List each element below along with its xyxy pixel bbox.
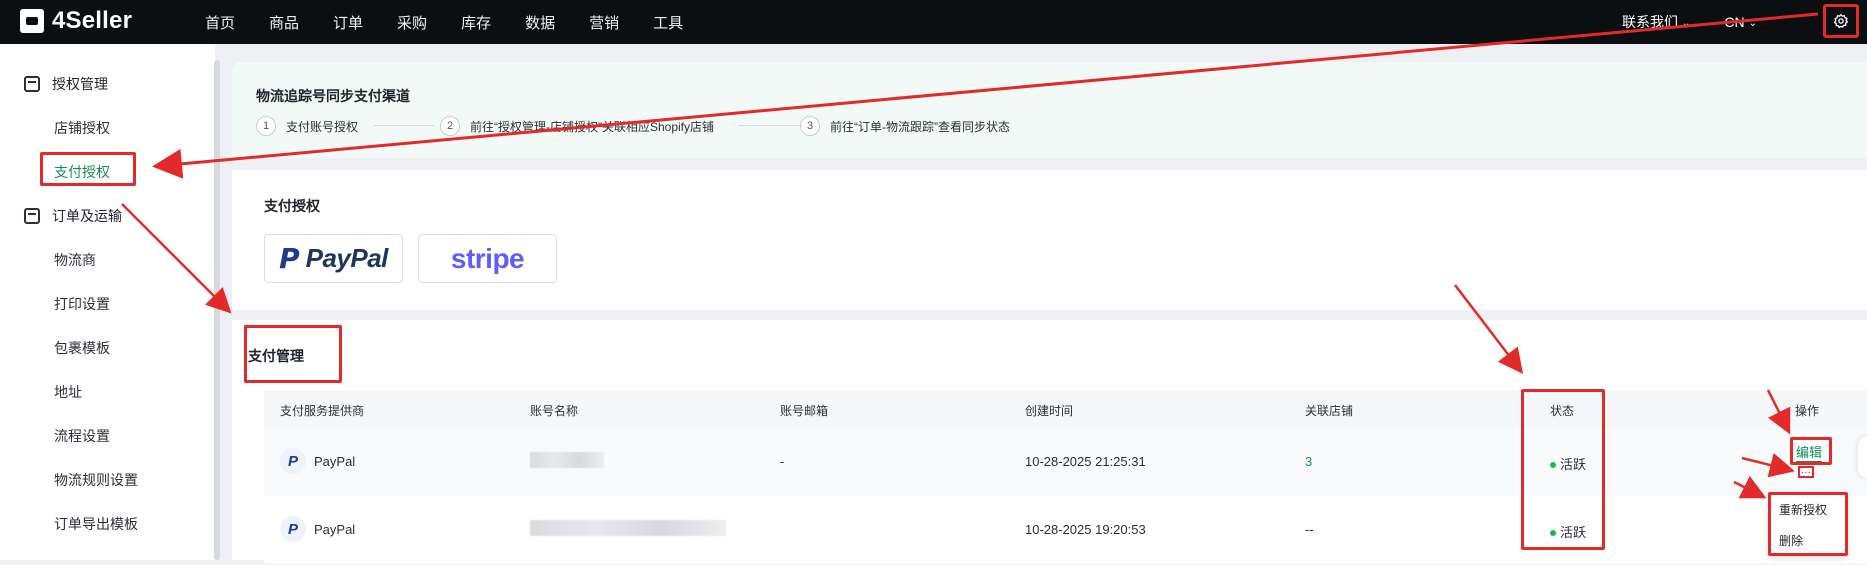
step-text: 前往“授权管理-店铺授权”关联相应Shopify店铺 bbox=[470, 119, 715, 134]
nav-item-tools[interactable]: 工具 bbox=[653, 12, 683, 33]
menu-item-delete[interactable]: 删除 bbox=[1779, 532, 1803, 549]
column-account-name: 账号名称 bbox=[530, 404, 579, 418]
nav-item-home[interactable]: 首页 bbox=[205, 12, 235, 33]
sidebar-item-logistics-rules[interactable]: 物流规则设置 bbox=[54, 470, 138, 490]
paypal-connect-button[interactable]: P PayPal bbox=[264, 234, 403, 283]
guide-step-2: 2 前往“授权管理-店铺授权”关联相应Shopify店铺 bbox=[440, 116, 714, 136]
row-provider: PayPal bbox=[314, 454, 356, 469]
sidebar-section-orders[interactable]: 订单及运输 bbox=[24, 206, 122, 226]
step-number: 1 bbox=[256, 116, 276, 136]
nav-item-inventory[interactable]: 库存 bbox=[461, 12, 491, 33]
contact-label: 联系我们 bbox=[1621, 14, 1678, 30]
column-created-time: 创建时间 bbox=[1025, 404, 1074, 418]
row-provider: PayPal bbox=[314, 522, 356, 537]
sidebar-section-label: 订单及运输 bbox=[52, 208, 122, 224]
paypal-label: PayPal bbox=[305, 243, 389, 273]
column-account-email: 账号邮箱 bbox=[780, 404, 829, 418]
auth-section-icon bbox=[24, 76, 40, 92]
language-label: CN bbox=[1724, 14, 1745, 30]
column-actions: 操作 bbox=[1795, 404, 1820, 418]
row-created-time: 10-28-2025 21:25:31 bbox=[1025, 454, 1146, 469]
language-select[interactable]: CN ⌄ bbox=[1724, 14, 1757, 30]
row-linked-stores-link[interactable]: 3 bbox=[1305, 454, 1312, 469]
header-actions: 联系我们 ⌄ CN ⌄ bbox=[1622, 0, 1757, 44]
guide-step-3: 3 前往“订单-物流跟踪”查看同步状态 bbox=[800, 116, 1010, 136]
redacted-account-name bbox=[530, 452, 604, 468]
contact-menu[interactable]: 联系我们 ⌄ bbox=[1622, 12, 1690, 32]
more-actions-button[interactable]: ··· bbox=[1798, 466, 1814, 478]
brand-logo-icon bbox=[20, 9, 44, 33]
sync-guide-panel: 物流追踪号同步支付渠道 1 支付账号授权 2 前往“授权管理-店铺授权”关联相应… bbox=[232, 62, 1867, 158]
payment-auth-panel: 支付授权 P PayPal stripe bbox=[232, 170, 1867, 310]
row-linked-stores: -- bbox=[1305, 522, 1314, 537]
nav-item-orders[interactable]: 订单 bbox=[333, 12, 363, 33]
sidebar-item-order-export[interactable]: 订单导出模板 bbox=[54, 514, 138, 534]
step-number: 3 bbox=[800, 116, 820, 136]
table-row: P PayPal 10-28-2025 19:20:53 -- 活跃 bbox=[264, 496, 1867, 565]
sidebar-scrollbar[interactable] bbox=[214, 60, 220, 560]
scroll-handle[interactable] bbox=[1858, 436, 1867, 478]
redacted-account-name bbox=[530, 520, 726, 536]
chevron-down-icon: ⌄ bbox=[1681, 18, 1691, 29]
nav-item-purchase[interactable]: 采购 bbox=[397, 12, 427, 33]
column-provider: 支付服务提供商 bbox=[280, 404, 365, 418]
annotation-box-payment-auth bbox=[40, 152, 136, 186]
sidebar-item-package-templates[interactable]: 包裹模板 bbox=[54, 338, 110, 358]
step-text: 前往“订单-物流跟踪”查看同步状态 bbox=[830, 119, 1010, 134]
annotation-box-edit bbox=[1790, 437, 1832, 465]
sidebar-item-carriers[interactable]: 物流商 bbox=[54, 250, 96, 270]
step-text: 支付账号授权 bbox=[286, 119, 359, 134]
sidebar-item-store-auth[interactable]: 店铺授权 bbox=[54, 118, 110, 138]
step-divider bbox=[738, 125, 806, 126]
sidebar-item-process-settings[interactable]: 流程设置 bbox=[54, 426, 110, 446]
menu-item-reauthorize[interactable]: 重新授权 bbox=[1779, 501, 1827, 518]
payment-manage-panel: 支付管理 支付服务提供商 账号名称 账号邮箱 创建时间 关联店铺 状态 操作 P… bbox=[232, 320, 1867, 565]
sidebar-item-print-settings[interactable]: 打印设置 bbox=[54, 294, 110, 314]
top-bar: 4Seller 首页 商品 订单 采购 库存 数据 营销 工具 联系我们 ⌄ CN… bbox=[0, 0, 1867, 44]
nav-item-marketing[interactable]: 营销 bbox=[589, 12, 619, 33]
gear-icon bbox=[1833, 13, 1849, 29]
nav-item-products[interactable]: 商品 bbox=[269, 12, 299, 33]
sidebar: 授权管理 店铺授权 支付授权 订单及运输 物流商 打印设置 包裹模板 地址 流程… bbox=[0, 44, 215, 560]
table-header: 支付服务提供商 账号名称 账号邮箱 创建时间 关联店铺 状态 操作 bbox=[264, 390, 1867, 428]
chevron-down-icon: ⌄ bbox=[1748, 18, 1757, 29]
annotation-box-manage-title bbox=[244, 325, 342, 383]
brand-logo[interactable]: 4Seller bbox=[20, 7, 132, 35]
sidebar-item-address[interactable]: 地址 bbox=[54, 382, 82, 402]
guide-step-1: 1 支付账号授权 bbox=[256, 116, 358, 136]
paypal-icon: P bbox=[279, 242, 300, 275]
row-created-time: 10-28-2025 19:20:53 bbox=[1025, 522, 1146, 537]
annotation-box-status-column bbox=[1521, 389, 1605, 550]
row-actions-menu: 重新授权 删除 bbox=[1768, 492, 1848, 556]
main-nav: 首页 商品 订单 采购 库存 数据 营销 工具 bbox=[205, 0, 683, 44]
order-section-icon bbox=[24, 208, 40, 224]
guide-title: 物流追踪号同步支付渠道 bbox=[256, 88, 410, 104]
paypal-icon: P bbox=[280, 448, 306, 474]
stripe-label: stripe bbox=[450, 242, 525, 274]
table-row: P PayPal - 10-28-2025 21:25:31 3 活跃 编辑 ·… bbox=[264, 428, 1867, 497]
paypal-icon: P bbox=[280, 516, 306, 542]
brand-name: 4Seller bbox=[52, 7, 133, 34]
stripe-connect-button[interactable]: stripe bbox=[418, 234, 557, 283]
nav-item-data[interactable]: 数据 bbox=[525, 12, 555, 33]
column-linked-stores: 关联店铺 bbox=[1305, 404, 1354, 418]
step-number: 2 bbox=[440, 116, 460, 136]
sidebar-section-label: 授权管理 bbox=[52, 76, 108, 92]
payment-auth-title: 支付授权 bbox=[264, 198, 320, 214]
step-divider bbox=[374, 125, 434, 126]
sidebar-section-auth[interactable]: 授权管理 bbox=[24, 74, 108, 94]
settings-button[interactable] bbox=[1823, 4, 1859, 38]
row-email: - bbox=[780, 454, 785, 469]
